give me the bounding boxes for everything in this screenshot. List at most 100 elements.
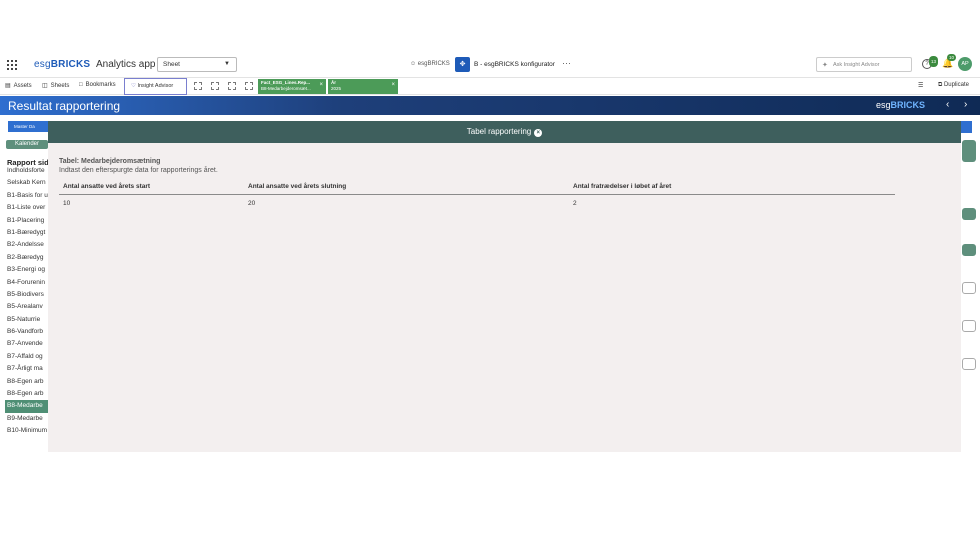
more-options-icon[interactable]: ··· xyxy=(562,58,571,68)
close-icon[interactable]: × xyxy=(391,82,395,88)
bookmarks-button[interactable]: □ Bookmarks xyxy=(79,82,116,88)
kalender-button[interactable]: Kalender xyxy=(6,140,48,149)
sparkle-icon: ✦ xyxy=(822,62,828,69)
help-badge: 13 xyxy=(929,56,939,67)
sidebar-item[interactable]: Indholdsforte xyxy=(7,165,49,177)
table-cell-resignations[interactable]: 2 xyxy=(573,200,577,207)
assets-icon: ▤ xyxy=(5,83,11,89)
avatar[interactable]: AP xyxy=(958,57,972,71)
sidebar-item[interactable]: B1-Bæredygt xyxy=(7,227,49,239)
next-sheet-icon[interactable]: › xyxy=(964,99,967,110)
side-input-box[interactable] xyxy=(962,358,976,370)
sidebar-item[interactable]: B2-Andelsse xyxy=(7,239,49,251)
brand-bricks: BRICKS xyxy=(50,59,91,70)
notification-badge: 10 xyxy=(947,54,957,61)
chip-value: 2025 xyxy=(331,86,342,91)
duplicate-button[interactable]: ⧉ Duplicate xyxy=(938,82,969,89)
sheets-button[interactable]: ◫ Sheets xyxy=(42,82,69,89)
sidebar-item[interactable]: B9-Medarbe xyxy=(7,413,49,425)
side-input-box[interactable] xyxy=(962,282,976,294)
sheet-select[interactable]: Sheet ▼ xyxy=(157,57,237,72)
help-icon[interactable]: ? 13 xyxy=(922,56,939,69)
selection-lasso-icon[interactable] xyxy=(211,82,219,90)
column-header: Antal ansatte ved årets slutning xyxy=(248,183,347,190)
top-bar: esgBRICKS Analytics app Sheet ▼ ☺ esgBRI… xyxy=(0,54,980,76)
assets-label: Assets xyxy=(13,83,32,89)
close-icon[interactable]: × xyxy=(534,129,543,137)
previous-sheet-icon[interactable]: ‹ xyxy=(946,99,949,110)
sidebar-item[interactable]: B8-Medarbe xyxy=(5,400,49,413)
toolbar: ▤ Assets ◫ Sheets □ Bookmarks ♡ Insight Adv… xyxy=(0,77,980,95)
sidebar-item[interactable]: B8-Egen arb xyxy=(7,376,49,388)
header-logo: esgBRICKS xyxy=(876,100,925,110)
sidebar-item[interactable]: B5-Naturrie xyxy=(7,314,49,326)
selection-search-icon[interactable] xyxy=(194,82,202,90)
selection-back-icon[interactable] xyxy=(228,82,236,90)
page-header: Resultat rapportering esgBRICKS ‹ › xyxy=(0,96,980,115)
selection-clear-icon[interactable] xyxy=(245,82,253,90)
selection-chip-fact[interactable]: Fact_ESG_Lines.Rep... B8-Medarbejderomsæ… xyxy=(258,79,326,94)
table-description: Indtast den efterspurgte data for rappor… xyxy=(59,167,218,174)
space-label[interactable]: ☺ esgBRICKS xyxy=(410,61,450,67)
column-header: Antal ansatte ved årets start xyxy=(63,183,151,190)
sidebar-item[interactable]: B1-Liste over xyxy=(7,202,49,214)
side-input-box[interactable] xyxy=(962,320,976,332)
modal-body: Tabel: Medarbejderomsætning Indtast den … xyxy=(48,143,961,452)
header-logo-esg: esg xyxy=(876,100,891,110)
sidebar-item[interactable]: B7-Affald og xyxy=(7,351,49,363)
bookmark-icon: □ xyxy=(79,82,83,88)
sidebar-item[interactable]: B10-Minimum xyxy=(7,425,49,437)
duplicate-label: Duplicate xyxy=(943,82,969,88)
chevron-down-icon: ▼ xyxy=(224,61,230,67)
modal-header: Tabel rapportering × xyxy=(48,121,961,143)
page-title: Resultat rapportering xyxy=(8,99,121,113)
column-header: Antal fratrædelser i løbet af året xyxy=(573,183,672,190)
sidebar-item[interactable]: B7-Anvende xyxy=(7,338,49,350)
side-action-button[interactable] xyxy=(962,244,976,256)
ask-placeholder: Ask Insight Advisor xyxy=(833,62,880,68)
sidebar-item[interactable]: B8-Egen arb xyxy=(7,388,49,400)
app-name[interactable]: B - esgBRICKS konfigurator xyxy=(474,61,555,68)
sidebar-item[interactable]: B4-Forurenin xyxy=(7,277,49,289)
app-grid-icon[interactable] xyxy=(7,60,17,70)
modal-title-row: Tabel rapportering × xyxy=(48,127,961,137)
bookmarks-label: Bookmarks xyxy=(85,82,116,88)
chart-icon[interactable]: ☰ xyxy=(918,82,923,89)
table-cell-end[interactable]: 20 xyxy=(248,200,255,207)
ask-insight-advisor-input[interactable]: ✦ Ask Insight Advisor xyxy=(816,57,912,72)
app-window: esgBRICKS Analytics app Sheet ▼ ☺ esgBRI… xyxy=(0,0,980,551)
table-header-row: Antal ansatte ved årets start Antal ansa… xyxy=(59,181,895,195)
selection-chip-year[interactable]: År 2025 × xyxy=(328,79,398,94)
insight-label: Insight Advisor xyxy=(137,83,174,89)
sidebar-item[interactable]: B1-Placering xyxy=(7,215,49,227)
sheets-icon: ◫ xyxy=(42,83,48,89)
modal-title: Tabel rapportering xyxy=(466,127,532,136)
sheets-label: Sheets xyxy=(50,83,70,89)
close-icon[interactable]: × xyxy=(319,82,323,88)
insight-advisor-button[interactable]: ♡ Insight Advisor xyxy=(124,78,187,95)
chip-value: B8-Medarbejderomsæt... xyxy=(261,86,311,91)
table-cell-start[interactable]: 10 xyxy=(63,200,70,207)
app-logo-icon: ✥ xyxy=(455,57,470,72)
app-title: Analytics app xyxy=(96,59,156,70)
side-action-button[interactable] xyxy=(962,208,976,220)
sidebar-item[interactable]: B5-Biodivers xyxy=(7,289,49,301)
sidebar-item[interactable]: B1-Basis for u xyxy=(7,190,49,202)
side-action-button[interactable] xyxy=(962,140,976,162)
right-edge-button[interactable] xyxy=(960,121,972,133)
space-name: esgBRICKS xyxy=(417,61,450,67)
sidebar-item[interactable]: B6-Vandforb xyxy=(7,326,49,338)
sidebar-item[interactable]: B3-Energi og xyxy=(7,264,49,276)
sidebar-item[interactable]: Selskab Kern xyxy=(7,177,49,189)
bell-icon[interactable]: 🔔 10 xyxy=(942,54,957,69)
assets-button[interactable]: ▤ Assets xyxy=(5,82,32,89)
sidebar-item[interactable]: B2-Bæredyg xyxy=(7,252,49,264)
sidebar-item[interactable]: B5-Arealanv xyxy=(7,301,49,313)
master-data-button[interactable]: Master Da xyxy=(8,121,52,132)
master-data-label: Master Da xyxy=(14,124,35,129)
header-logo-bricks: BRICKS xyxy=(890,100,926,110)
brand-esg: esg xyxy=(34,59,51,70)
sidebar-item[interactable]: B7-Årligt ma xyxy=(7,363,49,375)
table-label: Tabel: Medarbejderomsætning xyxy=(59,158,161,165)
brand-logo[interactable]: esgBRICKS xyxy=(34,59,90,70)
